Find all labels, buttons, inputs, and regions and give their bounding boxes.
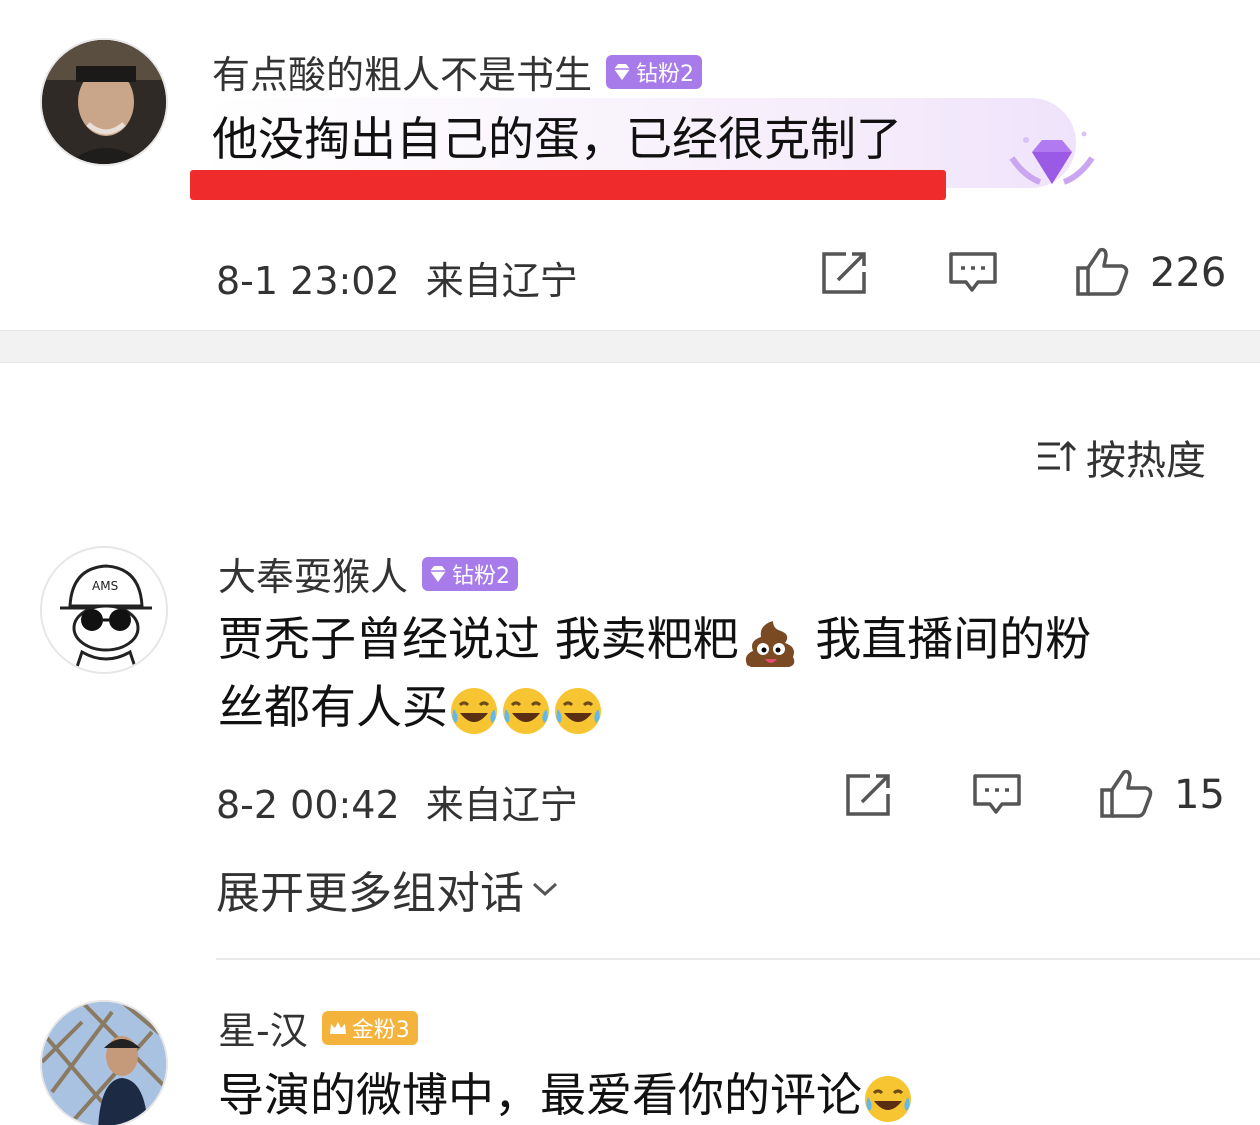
comment-time: 8-1 23:02 [216, 259, 400, 303]
comment-text-line: 丝都有人买 [218, 674, 604, 740]
sort-icon [1038, 440, 1077, 471]
sort-label: 按热度 [1086, 438, 1206, 484]
username-text[interactable]: 大奉耍猴人 [218, 546, 408, 601]
comment-text-part: 我直播间的粉 [800, 612, 1092, 666]
laugh-cry-emoji [555, 687, 601, 734]
svg-text:AMS: AMS [92, 579, 118, 593]
like-icon[interactable] [1074, 246, 1130, 296]
avatar[interactable]: AMS [40, 546, 168, 674]
expand-label: 展开更多组对话 [216, 868, 524, 919]
comment-username[interactable]: 大奉耍猴人 钻粉2 [218, 546, 519, 601]
comment-text-part: 丝都有人买 [218, 680, 448, 734]
username-text[interactable]: 星-汉 [218, 1000, 308, 1055]
avatar[interactable] [40, 38, 168, 166]
like-count: 226 [1150, 250, 1227, 296]
badge-label: 钻粉2 [636, 61, 695, 87]
expand-more-replies-link[interactable]: 展开更多组对话 [216, 857, 560, 921]
share-icon[interactable] [820, 250, 870, 296]
comment-time: 8-2 00:42 [216, 783, 400, 827]
laugh-cry-emoji [451, 687, 497, 734]
red-underline-annotation [190, 170, 946, 200]
comment-text-part: 导演的微博中，最爱看你的评论 [218, 1068, 862, 1122]
section-separator [0, 330, 1260, 363]
diamond-icon [614, 63, 631, 80]
comment-text: 导演的微博中，最爱看你的评论 [218, 1062, 914, 1125]
like-icon[interactable] [1098, 768, 1154, 818]
like-count: 15 [1174, 772, 1225, 818]
share-icon[interactable] [844, 772, 894, 818]
comment-username[interactable]: 星-汉 金粉3 [218, 1000, 418, 1055]
comment-text: 贾秃子曾经说过 我卖粑粑 我直播间的粉 [218, 606, 1091, 672]
badge-label: 钻粉2 [452, 563, 511, 589]
fan-badge[interactable]: 钻粉2 [422, 556, 519, 591]
diamond-emblem-icon [1009, 131, 1095, 185]
diamond-icon [430, 565, 447, 582]
comment-text-part: 贾秃子曾经说过 我卖粑粑 [218, 612, 739, 666]
fan-badge[interactable]: 钻粉2 [606, 54, 703, 89]
comment-location: 来自辽宁 [425, 259, 578, 303]
laugh-cry-emoji [503, 687, 549, 734]
comment-username[interactable]: 有点酸的粗人不是书生 钻粉2 [212, 44, 703, 99]
comment-meta: 8-2 00:42 来自辽宁 [216, 774, 578, 829]
comment-divider [216, 958, 1260, 960]
comment-icon[interactable] [972, 772, 1022, 818]
comment-meta: 8-1 23:02 来自辽宁 [216, 250, 578, 305]
laugh-cry-emoji [865, 1075, 911, 1122]
comment-text: 他没掏出自己的蛋，已经很克制了 [212, 112, 902, 166]
poop-emoji [745, 620, 794, 667]
username-text[interactable]: 有点酸的粗人不是书生 [212, 44, 592, 99]
sort-by-hot-button[interactable]: 按热度 [1036, 428, 1206, 486]
badge-label: 金粉3 [351, 1017, 410, 1043]
crown-icon [329, 1021, 346, 1034]
chevron-down-icon [532, 882, 558, 897]
comment-icon[interactable] [948, 250, 998, 296]
comment-location: 来自辽宁 [425, 783, 578, 827]
comment-item: 有点酸的粗人不是书生 钻粉2 他没掏出自己的蛋，已经很克制了 8-1 23:02… [0, 0, 1260, 330]
avatar[interactable] [40, 1000, 168, 1125]
fan-badge[interactable]: 金粉3 [321, 1010, 418, 1045]
